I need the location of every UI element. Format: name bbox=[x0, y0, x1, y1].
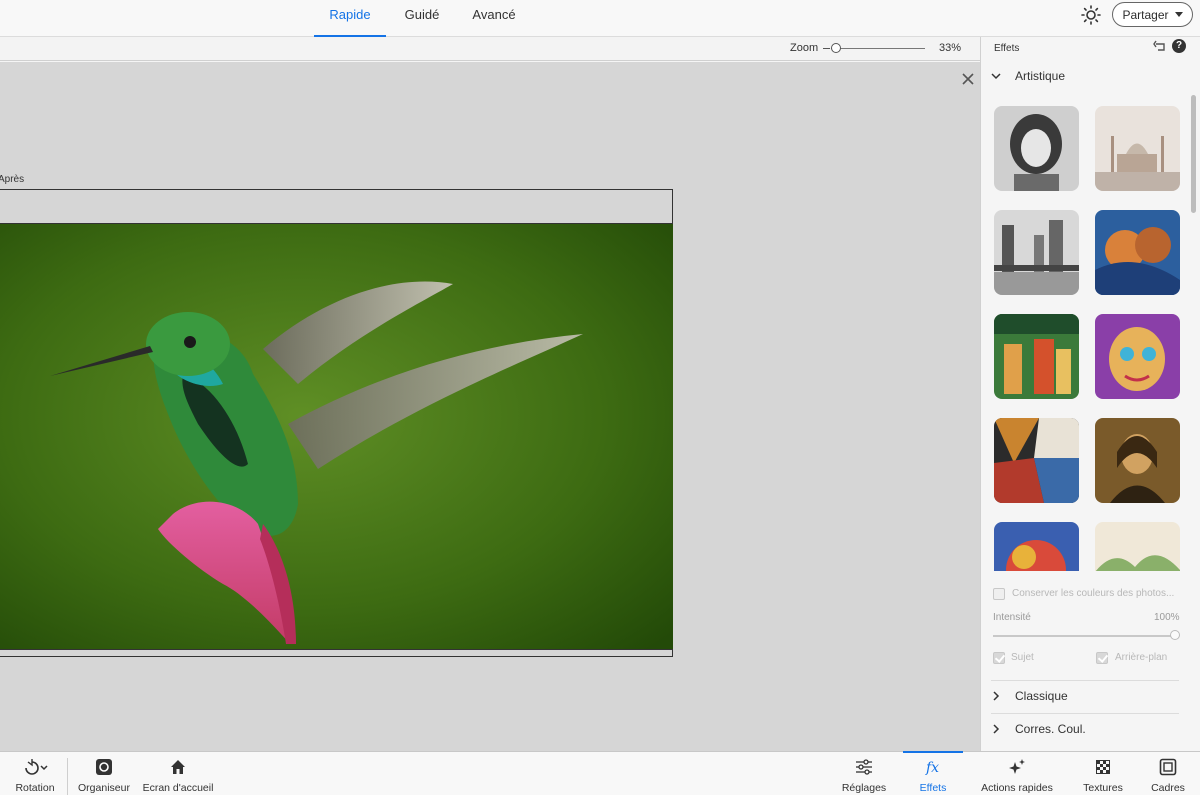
effects-label: Effets bbox=[919, 782, 947, 794]
effect-thumb-mona-lisa[interactable] bbox=[1095, 418, 1180, 503]
panel-title: Effets bbox=[994, 43, 1020, 54]
fx-icon: fx bbox=[925, 760, 939, 776]
section-classique[interactable]: Classique bbox=[991, 686, 1068, 706]
effect-thumb-painted-faces[interactable] bbox=[1095, 210, 1180, 295]
effect-thumb-portrait-sketch[interactable] bbox=[994, 106, 1079, 191]
frames-label: Cadres bbox=[1151, 782, 1185, 794]
section-corres-coul-label: Corres. Coul. bbox=[1015, 722, 1086, 736]
zoom-label: Zoom bbox=[790, 42, 819, 54]
chevron-right-icon bbox=[993, 724, 1000, 734]
section-classique-label: Classique bbox=[1015, 689, 1068, 703]
effect-thumb-cubist[interactable] bbox=[994, 418, 1079, 503]
effect-thumb-taj-mahal[interactable] bbox=[1095, 106, 1180, 191]
bottom-bar: Rotation Organiseur Ecran d'accueil Régl… bbox=[0, 751, 1200, 795]
zoom-slider-track[interactable] bbox=[831, 48, 925, 49]
after-label: Après bbox=[0, 174, 25, 185]
intensity-slider-thumb[interactable] bbox=[1170, 630, 1180, 640]
keep-colors-checkbox[interactable] bbox=[993, 588, 1005, 600]
home-button[interactable]: Ecran d'accueil bbox=[142, 752, 214, 795]
hummingbird-photo[interactable] bbox=[0, 223, 673, 650]
effect-thumbnails bbox=[994, 106, 1180, 571]
frames-button[interactable]: Cadres bbox=[1146, 752, 1190, 795]
brightness-icon[interactable] bbox=[1080, 4, 1102, 26]
quick-actions-button[interactable]: Actions rapides bbox=[980, 752, 1054, 795]
frames-icon bbox=[1159, 758, 1177, 776]
effects-button[interactable]: fx Effets bbox=[903, 751, 963, 795]
sparkle-icon bbox=[1009, 759, 1025, 774]
close-icon[interactable] bbox=[961, 72, 975, 86]
adjustments-button[interactable]: Réglages bbox=[836, 752, 892, 795]
zoom-bar: Zoom 33% bbox=[0, 37, 980, 61]
divider bbox=[991, 713, 1179, 714]
tab-rapide[interactable]: Rapide bbox=[314, 0, 386, 37]
tab-guide[interactable]: Guidé bbox=[386, 0, 458, 37]
subject-label: Sujet bbox=[1011, 652, 1034, 663]
effects-panel: Effets ? Artistique Conserver les couleu… bbox=[980, 37, 1200, 751]
textures-icon bbox=[1096, 760, 1110, 774]
organizer-label: Organiseur bbox=[78, 782, 130, 794]
adjustments-label: Réglages bbox=[841, 782, 887, 794]
tab-avance[interactable]: Avancé bbox=[458, 0, 530, 37]
section-artistique-label: Artistique bbox=[1015, 69, 1066, 83]
section-artistique[interactable]: Artistique bbox=[991, 66, 1065, 86]
rotate-icon bbox=[25, 759, 48, 775]
effect-thumb-colorful-hair[interactable] bbox=[994, 522, 1079, 571]
intensity-label: Intensité bbox=[993, 612, 1031, 623]
panel-scrollbar-thumb[interactable] bbox=[1191, 95, 1196, 213]
effect-thumb-pop-portrait[interactable] bbox=[1095, 314, 1180, 399]
toolbar-separator bbox=[67, 758, 68, 795]
zoom-value: 33% bbox=[939, 42, 962, 54]
chevron-down-icon bbox=[991, 73, 1001, 80]
background-checkbox[interactable] bbox=[1096, 652, 1108, 664]
rotation-button[interactable]: Rotation bbox=[10, 752, 60, 795]
help-icon[interactable]: ? bbox=[1172, 39, 1186, 53]
organizer-icon bbox=[96, 759, 112, 775]
textures-button[interactable]: Textures bbox=[1078, 752, 1128, 795]
share-label: Partager bbox=[1122, 7, 1169, 22]
chevron-down-icon bbox=[1174, 12, 1183, 17]
zoom-slider-thumb[interactable] bbox=[831, 43, 841, 53]
mode-tabs: Rapide Guidé Avancé bbox=[314, 0, 530, 37]
reset-icon[interactable] bbox=[1153, 39, 1167, 53]
home-label: Ecran d'accueil bbox=[142, 782, 214, 794]
sliders-icon bbox=[856, 759, 872, 775]
subject-checkbox[interactable] bbox=[993, 652, 1005, 664]
chevron-right-icon bbox=[993, 691, 1000, 701]
zoom-minus-icon bbox=[823, 48, 830, 49]
share-button[interactable]: Partager bbox=[1112, 2, 1193, 27]
keep-colors-label: Conserver les couleurs des photos... bbox=[1012, 588, 1175, 599]
background-label: Arrière-plan bbox=[1115, 652, 1168, 663]
effect-thumb-gauguin[interactable] bbox=[994, 314, 1079, 399]
effect-thumb-city-bw[interactable] bbox=[994, 210, 1079, 295]
effect-thumb-landscape-sketch[interactable] bbox=[1095, 522, 1180, 571]
section-corres-coul[interactable]: Corres. Coul. bbox=[991, 719, 1086, 739]
divider bbox=[991, 680, 1179, 681]
rotation-label: Rotation bbox=[15, 782, 55, 794]
quick-actions-label: Actions rapides bbox=[981, 782, 1053, 794]
home-icon bbox=[171, 760, 185, 774]
textures-label: Textures bbox=[1083, 782, 1123, 794]
intensity-slider-track[interactable] bbox=[993, 635, 1172, 637]
top-bar: Rapide Guidé Avancé Partager bbox=[0, 0, 1200, 37]
organizer-button[interactable]: Organiseur bbox=[76, 752, 132, 795]
intensity-value: 100% bbox=[1154, 612, 1180, 623]
svg-text:fx: fx bbox=[925, 760, 939, 776]
